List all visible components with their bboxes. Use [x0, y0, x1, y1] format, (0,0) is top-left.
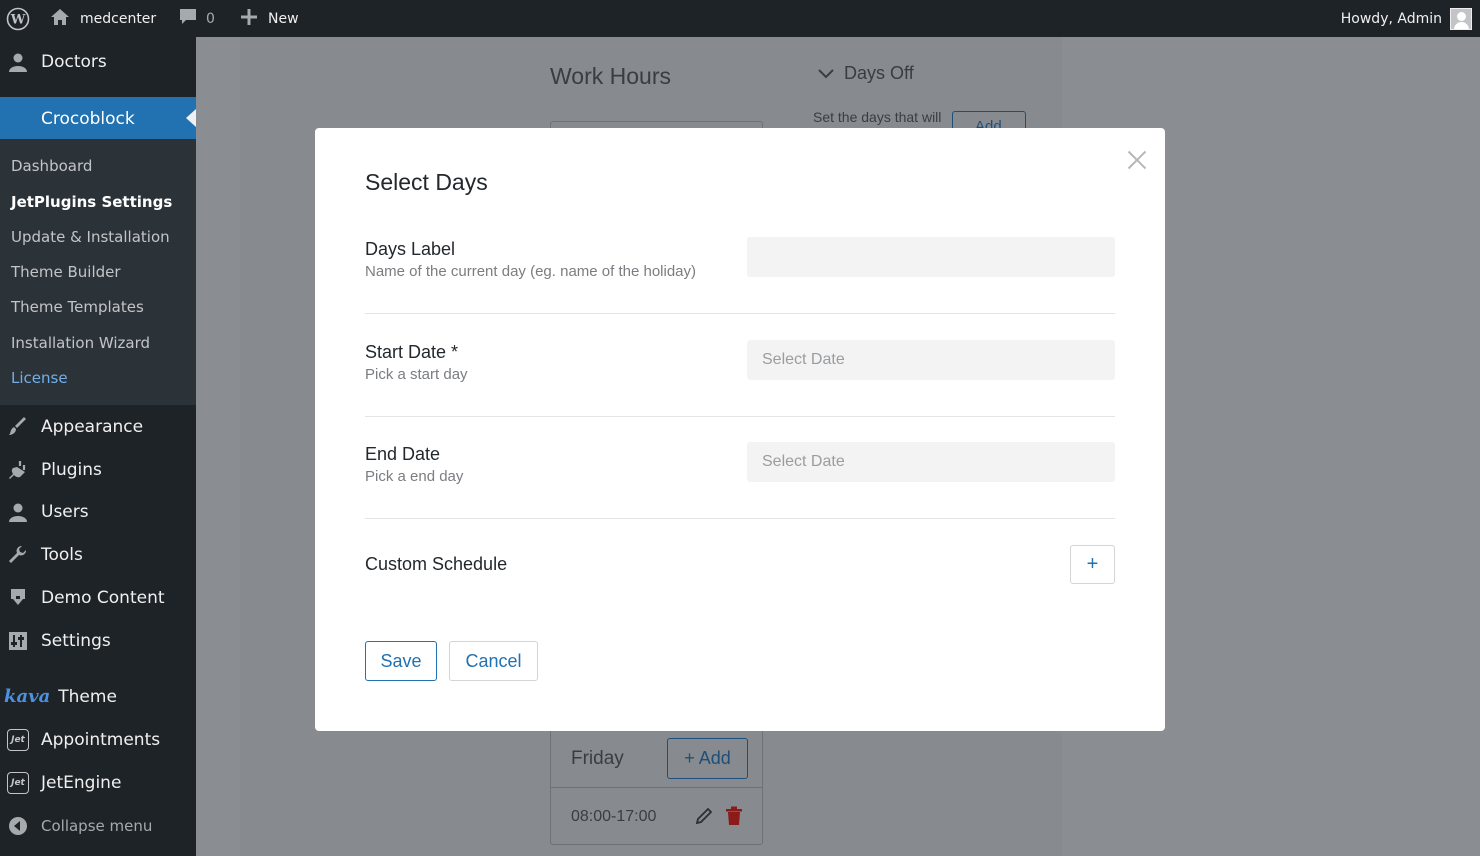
sidebar-item-label: Demo Content: [41, 587, 165, 608]
sidebar-item-jetengine[interactable]: Jet JetEngine: [0, 761, 196, 804]
plus-icon: [240, 8, 258, 30]
comment-icon: [178, 8, 198, 30]
sidebar-item-settings[interactable]: Settings: [0, 619, 196, 662]
divider: [365, 518, 1115, 519]
submenu-item-jetplugins-settings[interactable]: JetPlugins Settings: [11, 193, 172, 211]
add-custom-schedule-button[interactable]: +: [1070, 545, 1115, 584]
end-date-input[interactable]: [747, 442, 1115, 482]
crocoblock-icon: [7, 108, 29, 130]
sidebar-item-theme[interactable]: kava Theme: [0, 675, 196, 718]
wrench-icon: [7, 544, 29, 566]
home-icon: [50, 8, 70, 30]
paintbrush-icon: [7, 416, 29, 438]
sidebar-item-label: Appearance: [41, 416, 144, 437]
svg-text:W: W: [10, 12, 26, 27]
users-icon: [7, 501, 29, 523]
submenu-item-dashboard[interactable]: Dashboard: [11, 157, 92, 175]
collapse-icon: [7, 815, 29, 837]
submenu-item-theme-builder[interactable]: Theme Builder: [11, 263, 121, 281]
days-label-row: Days Label Name of the current day (eg. …: [365, 237, 1115, 299]
jet-icon: Jet: [7, 728, 29, 751]
sidebar-item-label: Theme: [58, 686, 117, 707]
submenu-item-installation-wizard[interactable]: Installation Wizard: [11, 334, 150, 352]
divider: [365, 313, 1115, 314]
sidebar-item-label: Doctors: [41, 51, 107, 72]
sidebar-item-label: Users: [41, 501, 89, 522]
modal-title: Select Days: [365, 169, 488, 195]
submenu-item-license[interactable]: License: [11, 369, 68, 387]
sidebar-item-plugins[interactable]: Plugins: [0, 448, 196, 491]
select-days-modal: Select Days Days Label Name of the curre…: [315, 128, 1165, 731]
wordpress-logo-icon[interactable]: W: [6, 0, 30, 37]
sidebar-item-label: Appointments: [41, 729, 161, 750]
download-icon: [7, 587, 29, 609]
new-content-link[interactable]: New: [240, 0, 299, 37]
collapse-menu-button[interactable]: Collapse menu: [0, 804, 196, 847]
new-label: New: [268, 10, 299, 27]
jet-badge: Jet: [7, 728, 29, 751]
sidebar-item-label: Plugins: [41, 459, 102, 480]
sidebar-item-demo-content[interactable]: Demo Content: [0, 576, 196, 619]
jet-badge: Jet: [7, 771, 29, 794]
submenu-item-update-installation[interactable]: Update & Installation: [11, 228, 170, 246]
kava-logo: kava: [4, 686, 51, 707]
start-date-row: Start Date * Pick a start day: [365, 340, 1115, 402]
howdy-text: Howdy, Admin: [1340, 10, 1442, 27]
sidebar-item-label: Crocoblock: [41, 108, 135, 129]
sidebar-item-appearance[interactable]: Appearance: [0, 405, 196, 448]
sidebar-item-label: JetEngine: [41, 772, 122, 793]
admin-bar: W medcenter 0 New Howdy, Admin: [0, 0, 1480, 37]
cancel-button[interactable]: Cancel: [449, 641, 538, 681]
sidebar-item-appointments[interactable]: Jet Appointments: [0, 718, 196, 761]
collapse-label: Collapse menu: [41, 816, 153, 835]
custom-schedule-label: Custom Schedule: [365, 554, 508, 574]
settings-sliders-icon: [7, 630, 29, 652]
save-button[interactable]: Save: [365, 641, 437, 681]
custom-schedule-row: Custom Schedule: [365, 554, 1115, 584]
account-menu[interactable]: Howdy, Admin: [1341, 0, 1472, 37]
end-date-row: End Date Pick a end day: [365, 442, 1115, 504]
days-label-input[interactable]: [747, 237, 1115, 277]
comments-link[interactable]: 0: [178, 0, 215, 37]
divider: [365, 416, 1115, 417]
sidebar-item-users[interactable]: Users: [0, 490, 196, 533]
site-name: medcenter: [80, 10, 157, 27]
jet-icon: Jet: [7, 771, 29, 794]
admin-sidebar: Doctors Crocoblock Dashboard JetPlugins …: [0, 37, 196, 856]
sidebar-item-label: Tools: [41, 544, 83, 565]
avatar: [1450, 7, 1472, 30]
start-date-input[interactable]: [747, 340, 1115, 380]
sidebar-item-doctors[interactable]: Doctors: [0, 40, 196, 83]
close-icon[interactable]: [1125, 148, 1149, 172]
site-name-link[interactable]: medcenter: [50, 0, 156, 37]
sidebar-item-tools[interactable]: Tools: [0, 533, 196, 576]
plugin-icon: [7, 459, 29, 481]
submenu-item-theme-templates[interactable]: Theme Templates: [11, 298, 144, 316]
crocoblock-submenu: Dashboard JetPlugins Settings Update & I…: [0, 139, 196, 405]
user-icon: [7, 51, 29, 73]
sidebar-item-label: Settings: [41, 630, 111, 651]
comments-count: 0: [206, 10, 215, 27]
sidebar-item-crocoblock[interactable]: Crocoblock: [0, 97, 196, 140]
